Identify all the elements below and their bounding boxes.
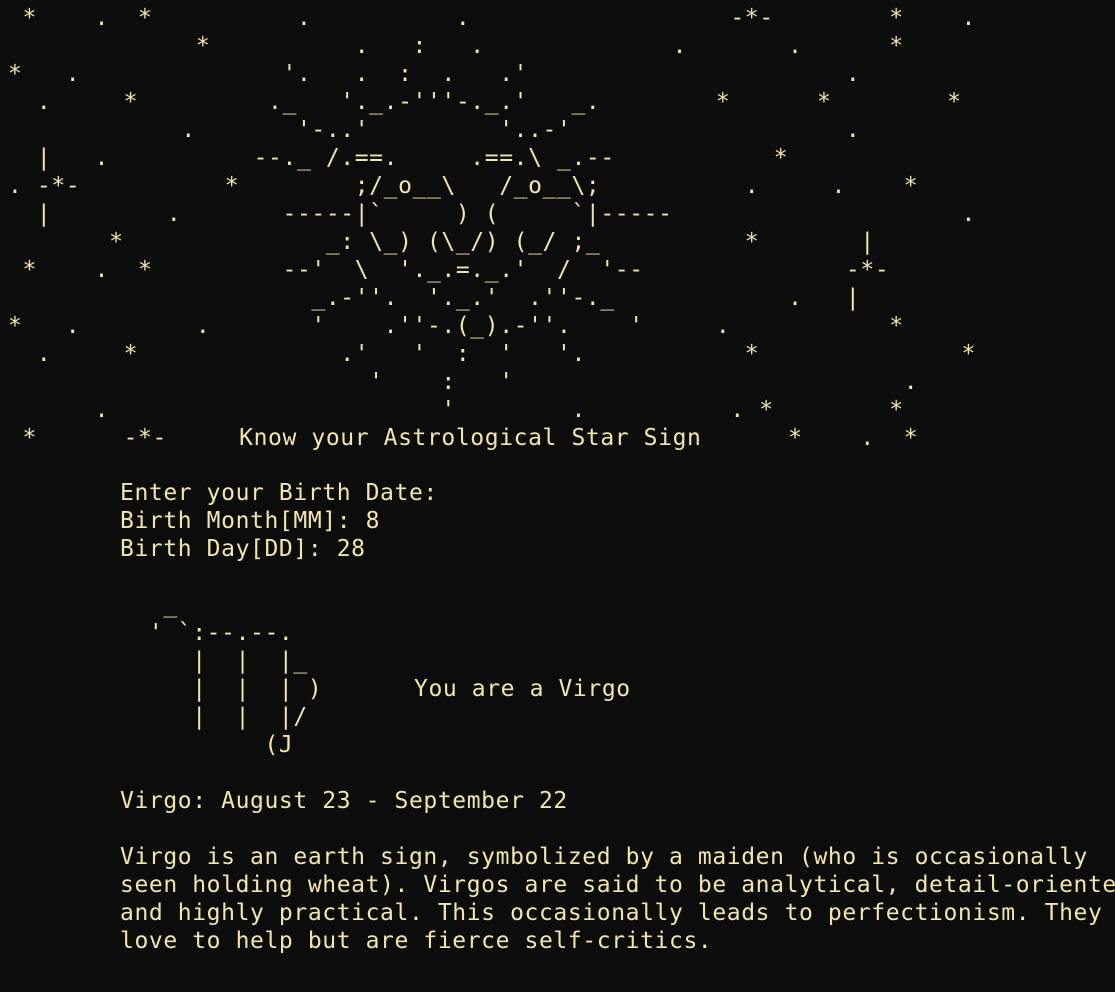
- description-line: and highly practical. This occasionally …: [120, 900, 1103, 926]
- sign-result-text: You are a Virgo: [414, 676, 631, 702]
- banner-art-line: . -*- * ;/_o__\ /_o__\; . . *: [8, 173, 919, 199]
- banner-art-line: . * ._ '._.-'''-._.' _. * * *: [8, 89, 962, 115]
- terminal-window[interactable]: * . * . . -*- * . * . : . . . * * . '. . …: [0, 0, 1115, 992]
- virgo-art-line: _: [120, 592, 178, 618]
- banner-art-line: * . : . . . *: [8, 33, 904, 59]
- banner-art-line: ' : ' .: [8, 369, 919, 395]
- banner-art-line: . '-..' '..-' .: [8, 117, 861, 143]
- prompt-heading: Enter your Birth Date:: [120, 480, 438, 506]
- virgo-art-line: | | |_: [120, 648, 308, 674]
- birth-month-label: Birth Month[MM]:: [120, 508, 366, 534]
- birth-day-label: Birth Day[DD]:: [120, 536, 337, 562]
- birth-month-row: Birth Month[MM]: 8: [120, 507, 438, 535]
- birth-month-value: 8: [365, 508, 381, 534]
- virgo-art-line: | | |/: [120, 704, 308, 730]
- virgo-symbol-art: _ ' `:--.--. | | |_ | | | ) | | |/ (J: [120, 591, 322, 759]
- birth-date-prompts: Enter your Birth Date: Birth Month[MM]: 8…: [120, 479, 438, 563]
- description-line: love to help but are fierce self-critics…: [120, 928, 713, 954]
- birth-day-row: Birth Day[DD]: 28: [120, 535, 438, 563]
- banner-art-line: | . -----|` ) ( `|----- .: [8, 201, 976, 227]
- banner-art-line: _.-''. '._.' .''-._ . |: [8, 285, 861, 311]
- banner-art-line: | . --._ /.==. .==.\ _.-- *: [8, 145, 789, 171]
- banner-art-line: * _: \_) (\_/) (_/ ;_ * |: [8, 229, 875, 255]
- virgo-art-line: (J: [120, 732, 294, 758]
- birth-day-value: 28: [336, 536, 366, 562]
- sign-description: Virgo is an earth sign, symbolized by a …: [120, 843, 1115, 955]
- banner-title: * -*- Know your Astrological Star Sign *…: [8, 425, 919, 451]
- description-line: Virgo is an earth sign, symbolized by a …: [120, 844, 1088, 870]
- banner-sun-art: * . * . . -*- * . * . : . . . * * . '. . …: [8, 4, 976, 452]
- banner-art-line: . * .' ' : ' '. * *: [8, 341, 976, 367]
- banner-art-line: * . * . . -*- * .: [8, 5, 976, 31]
- banner-art-line: * . . ' .''-.(_).-''. ' . *: [8, 313, 904, 339]
- sign-date-range: Virgo: August 23 - September 22: [120, 788, 568, 814]
- description-line: seen holding wheat). Virgos are said to …: [120, 872, 1115, 898]
- virgo-art-line: ' `:--.--.: [120, 620, 294, 646]
- banner-art-line: * . '. . : . .' .: [8, 61, 861, 87]
- virgo-art-line: | | | ): [120, 676, 323, 702]
- banner-art-line: . ' . . * *: [8, 397, 904, 423]
- banner-art-line: * . * --' \ '._.=._.' / '-- -*-: [8, 257, 890, 283]
